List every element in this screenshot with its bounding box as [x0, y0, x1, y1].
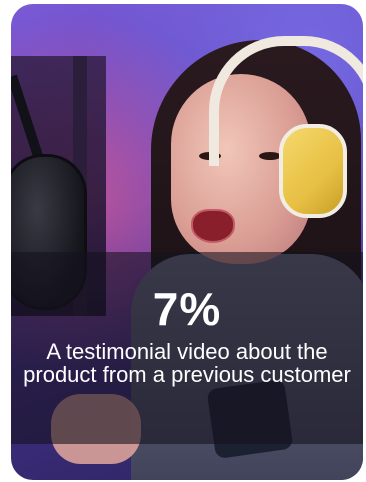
headphones-earcup: [279, 124, 347, 218]
stat-caption: A testimonial video about the product fr…: [23, 339, 351, 387]
testimonial-stat-card: 7% A testimonial video about the product…: [11, 4, 363, 480]
stat-percentage: 7%: [152, 283, 222, 335]
person-mouth: [191, 209, 235, 243]
